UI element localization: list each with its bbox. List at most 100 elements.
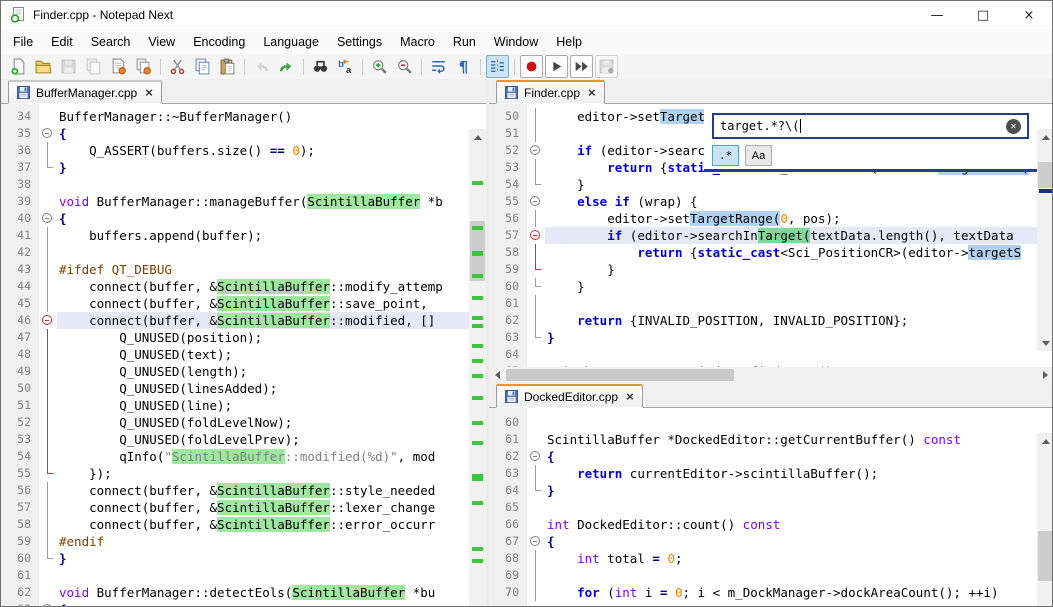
tab-close-icon[interactable]: × <box>624 391 634 403</box>
fold-margin[interactable] <box>39 516 57 533</box>
fold-margin[interactable] <box>527 550 545 567</box>
indent-guide-button[interactable] <box>486 55 509 78</box>
fold-margin[interactable] <box>39 533 57 550</box>
fold-margin[interactable] <box>527 516 545 533</box>
fold-margin[interactable] <box>39 431 57 448</box>
menu-window[interactable]: Window <box>485 31 547 53</box>
case-sensitive-toggle-button[interactable]: Aa <box>745 145 772 166</box>
show-all-characters-button[interactable]: ¶ <box>452 55 475 78</box>
scroll-up-arrow[interactable] <box>1037 129 1053 145</box>
tab-dockededitor-cpp[interactable]: DockedEditor.cpp × <box>496 384 643 408</box>
fold-margin[interactable] <box>527 567 545 584</box>
fold-margin[interactable] <box>527 448 545 465</box>
run-macro-multiple-button[interactable] <box>570 55 593 78</box>
find-button[interactable] <box>309 55 332 78</box>
search-input[interactable]: target.*?\( ✕ <box>712 113 1029 139</box>
fold-margin[interactable] <box>39 499 57 516</box>
copy-button[interactable] <box>191 55 214 78</box>
scrollbar-thumb[interactable] <box>1038 531 1053 581</box>
fold-margin[interactable] <box>527 465 545 482</box>
fold-margin[interactable] <box>39 550 57 567</box>
fold-margin[interactable] <box>39 142 57 159</box>
scroll-up-arrow[interactable] <box>469 129 486 145</box>
word-wrap-button[interactable] <box>427 55 450 78</box>
scrollbar-thumb[interactable] <box>1038 162 1053 188</box>
fold-margin[interactable] <box>527 261 545 278</box>
tab-close-icon[interactable]: × <box>143 87 153 99</box>
fold-margin[interactable] <box>39 210 57 227</box>
menu-view[interactable]: View <box>139 31 184 53</box>
fold-margin[interactable] <box>527 346 545 363</box>
fold-collapse-icon[interactable] <box>39 125 57 142</box>
fold-margin[interactable] <box>527 431 545 448</box>
fold-margin[interactable] <box>527 210 545 227</box>
fold-margin[interactable] <box>39 329 57 346</box>
fold-margin[interactable] <box>527 584 545 601</box>
undo-button[interactable] <box>250 55 273 78</box>
fold-margin[interactable] <box>39 465 57 482</box>
paste-button[interactable] <box>216 55 239 78</box>
fold-margin[interactable] <box>39 227 57 244</box>
fold-margin[interactable] <box>527 312 545 329</box>
scroll-up-arrow[interactable] <box>1037 433 1053 449</box>
save-copy-button[interactable] <box>82 55 105 78</box>
fold-margin[interactable] <box>39 363 57 380</box>
fold-margin[interactable] <box>39 567 57 584</box>
fold-margin[interactable] <box>39 176 57 193</box>
fold-margin[interactable] <box>527 414 545 431</box>
fold-margin[interactable] <box>39 482 57 499</box>
fold-margin[interactable] <box>527 278 545 295</box>
scrollbar-thumb[interactable] <box>506 369 734 381</box>
fold-margin[interactable] <box>39 584 57 601</box>
record-macro-button[interactable] <box>520 55 543 78</box>
cut-button[interactable] <box>166 55 189 78</box>
tab-buffermanager-cpp[interactable]: BufferManager.cpp × <box>8 80 162 104</box>
fold-margin[interactable] <box>39 346 57 363</box>
fold-margin[interactable] <box>39 312 57 329</box>
tab-finder-cpp[interactable]: Finder.cpp × <box>496 80 605 104</box>
zoom-in-button[interactable] <box>368 55 391 78</box>
fold-margin[interactable] <box>527 142 545 159</box>
fold-margin[interactable] <box>527 244 545 261</box>
fold-collapse-icon[interactable] <box>39 210 57 227</box>
close-button[interactable]: × <box>1006 1 1052 29</box>
fold-collapse-icon[interactable] <box>39 601 57 607</box>
minimize-button[interactable]: — <box>914 1 960 29</box>
new-file-button[interactable] <box>7 55 30 78</box>
fold-margin[interactable] <box>39 397 57 414</box>
fold-collapse-icon[interactable] <box>527 448 545 465</box>
menu-settings[interactable]: Settings <box>328 31 391 53</box>
save-file-button[interactable] <box>57 55 80 78</box>
clear-search-icon[interactable]: ✕ <box>1006 119 1021 134</box>
horizontal-scrollbar[interactable] <box>489 367 1053 383</box>
menu-help[interactable]: Help <box>547 31 591 53</box>
vertical-scrollbar[interactable] <box>1037 129 1053 351</box>
fold-collapse-icon[interactable] <box>527 533 545 550</box>
fold-margin[interactable] <box>39 601 57 607</box>
fold-margin[interactable] <box>39 278 57 295</box>
menu-language[interactable]: Language <box>254 31 328 53</box>
fold-margin[interactable] <box>39 414 57 431</box>
regex-toggle-button[interactable]: .* <box>712 145 739 166</box>
fold-margin[interactable] <box>39 244 57 261</box>
playback-macro-button[interactable] <box>545 55 568 78</box>
scroll-down-arrow[interactable] <box>1037 335 1053 351</box>
fold-collapse-icon[interactable] <box>527 193 545 210</box>
tab-close-icon[interactable]: × <box>586 87 596 99</box>
scroll-right-arrow[interactable] <box>1037 367 1053 383</box>
vertical-scrollbar[interactable] <box>469 129 486 607</box>
fold-margin[interactable] <box>527 499 545 516</box>
fold-margin[interactable] <box>527 159 545 176</box>
menu-search[interactable]: Search <box>82 31 140 53</box>
menu-run[interactable]: Run <box>444 31 485 53</box>
fold-margin[interactable] <box>527 482 545 499</box>
fold-margin[interactable] <box>39 261 57 278</box>
fold-margin[interactable] <box>527 176 545 193</box>
fold-margin[interactable] <box>527 108 545 125</box>
save-all-button[interactable] <box>107 55 130 78</box>
fold-margin[interactable] <box>39 125 57 142</box>
fold-margin[interactable] <box>527 329 545 346</box>
fold-margin[interactable] <box>527 533 545 550</box>
close-all-button[interactable] <box>132 55 155 78</box>
fold-collapse-icon[interactable] <box>39 312 57 329</box>
